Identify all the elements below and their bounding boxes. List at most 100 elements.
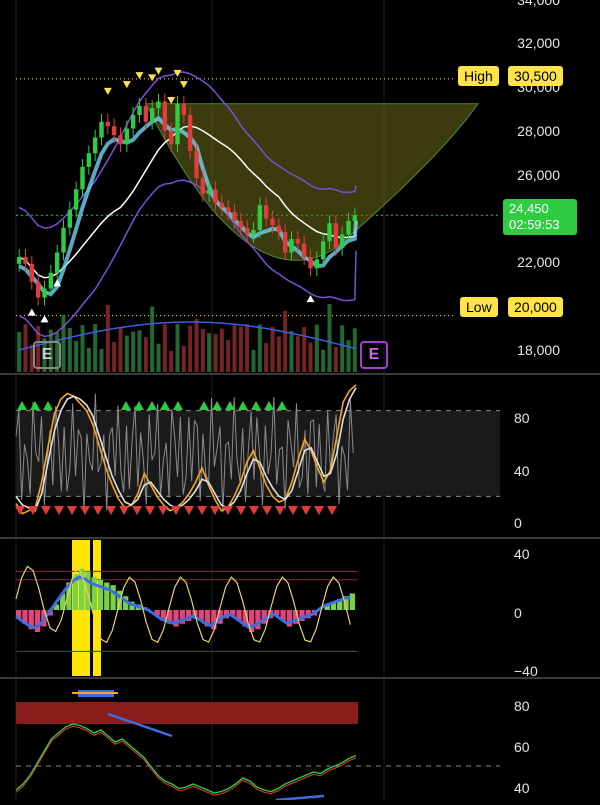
countdown-timer: 02:59:53 [509, 217, 560, 232]
volume-bar [264, 343, 269, 372]
earnings-badge-right[interactable]: E [360, 341, 388, 369]
volume-bar [137, 330, 142, 372]
stoch-buy-icon [212, 401, 222, 410]
stoch-sell-icon [54, 506, 64, 515]
candle-body [29, 263, 35, 282]
stoch-sell-icon [93, 506, 103, 515]
sell-signal-icon [154, 67, 163, 75]
candle-body [206, 189, 212, 194]
volume-bar [308, 342, 313, 372]
stoch-tick-0: 0 [514, 515, 522, 531]
stoch-buy-icon [30, 401, 40, 410]
volume-bar [67, 327, 72, 372]
volume-bar [200, 328, 205, 372]
volume-bar [105, 304, 110, 372]
stoch-sell-icon [197, 506, 207, 515]
candle-body [86, 153, 92, 167]
high-label-tag: High [458, 66, 499, 86]
candle-body [156, 101, 161, 109]
price-tick-28000: 28,000 [517, 123, 560, 139]
mom-bar [91, 576, 97, 610]
chart-canvas[interactable] [0, 0, 600, 802]
stoch-sell-icon [275, 506, 285, 515]
stoch-buy-icon [173, 401, 183, 410]
stoch-sell-icon [158, 506, 168, 515]
candle-body [187, 114, 193, 152]
stoch-buy-icon [134, 401, 144, 410]
volume-bar [321, 349, 326, 372]
mom-bar [85, 571, 91, 610]
stoch-tick-40: 40 [514, 463, 530, 479]
stoch-buy-icon [147, 401, 157, 410]
volume-bar [99, 348, 104, 372]
volume-bar [314, 324, 319, 372]
candle-body [346, 220, 351, 235]
candle-body [42, 288, 47, 298]
stoch-sell-icon [80, 506, 90, 515]
candle-body [244, 227, 250, 235]
stoch-sell-icon [223, 506, 233, 515]
volume-bar [346, 340, 351, 372]
stoch-buy-icon [251, 401, 261, 410]
volume-bar [61, 314, 66, 372]
candle-body [92, 137, 98, 154]
stoch-sell-icon [314, 506, 324, 515]
sell-signal-icon [148, 74, 157, 82]
price-tick-32000: 32,000 [517, 35, 560, 51]
earnings-badge-left[interactable]: E [33, 341, 61, 369]
candle-body [181, 103, 187, 115]
stoch-sell-icon [301, 506, 311, 515]
price-tick-26000: 26,000 [517, 167, 560, 183]
candle-body [301, 243, 307, 258]
candle-body [162, 101, 168, 131]
candle-body [289, 238, 294, 253]
volume-bar [283, 310, 288, 372]
candle-body [149, 108, 155, 122]
candle-body [54, 252, 60, 273]
current-price: 24,450 [509, 201, 549, 216]
candle-body [295, 238, 301, 244]
mom-tick-0: 0 [514, 605, 522, 621]
overbought-zone [16, 702, 358, 724]
candle-body [320, 241, 326, 260]
stoch-sell-icon [132, 506, 142, 515]
mom-bar [349, 593, 355, 610]
volume-bar [143, 337, 148, 372]
sell-signal-icon [122, 81, 131, 89]
volume-bar [131, 331, 136, 372]
rsi-tick-60: 60 [514, 739, 530, 755]
candle-body [16, 257, 22, 264]
candle-body [105, 121, 111, 127]
stoch-sell-icon [262, 506, 272, 515]
mom-tick-40: 40 [514, 546, 530, 562]
candle-body [314, 259, 320, 269]
price-tick-18000: 18,000 [517, 342, 560, 358]
volume-bar [327, 304, 332, 372]
low-label-tag: Low [460, 297, 498, 317]
volume-bar [162, 324, 167, 372]
stoch-sell-icon [171, 506, 181, 515]
sell-signal-icon [179, 81, 188, 89]
candle-body [257, 205, 263, 230]
trading-chart: 34,000 32,000 30,000 28,000 26,000 22,00… [0, 0, 600, 802]
candle-body [270, 218, 275, 226]
stoch-sell-icon [145, 506, 155, 515]
stoch-buy-icon [160, 401, 170, 410]
candle-body [73, 189, 79, 210]
volume-bar [257, 324, 262, 372]
stoch-buy-icon [199, 401, 209, 410]
candle-body [61, 227, 66, 253]
volume-bar [232, 325, 237, 372]
rsi-tick-80: 80 [514, 698, 530, 714]
volume-bar [270, 326, 275, 372]
candle-body [232, 211, 237, 221]
volume-bar [219, 328, 224, 372]
stoch-sell-icon [327, 506, 337, 515]
candle-body [225, 207, 231, 212]
volume-bar [86, 347, 91, 372]
volume-bar [289, 331, 294, 372]
stoch-sell-icon [41, 506, 51, 515]
sell-signal-icon [103, 87, 112, 95]
volume-bar [17, 332, 22, 372]
high-value-tag: 30,500 [508, 66, 563, 86]
